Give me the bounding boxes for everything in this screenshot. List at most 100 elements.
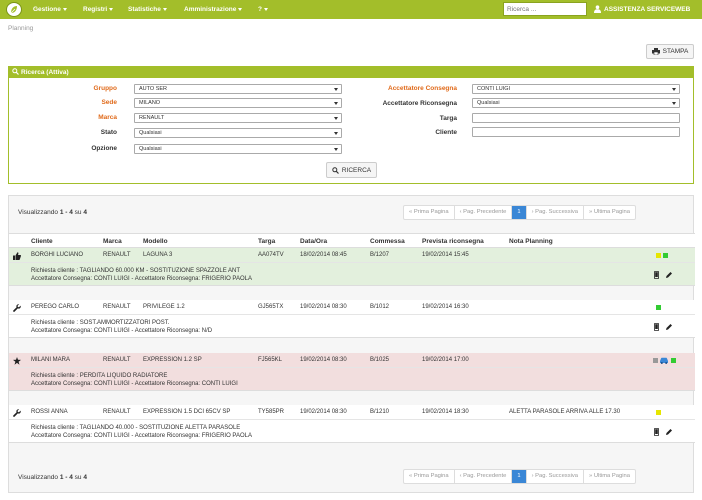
next-page-button[interactable]: › Pag. Successiva <box>527 470 585 483</box>
cell-cliente: PEREGO CARLO <box>31 304 80 310</box>
cell-prevista: 19/02/2014 15:45 <box>422 252 469 258</box>
status-yellow-badge <box>656 410 661 415</box>
top-navbar: Gestione Registri Statistiche Amministra… <box>0 0 702 19</box>
chevron-down-icon <box>238 7 243 11</box>
table-row[interactable]: ROSSI ANNA RENAULT EXPRESSION 1.5 DCI 65… <box>9 405 695 443</box>
prev-page-button[interactable]: ‹ Pag. Precedente <box>455 206 513 219</box>
accettatori: Accettatore Consegna: CONTI LUIGI - Acce… <box>31 276 252 282</box>
opzione-label: Opzione <box>91 145 117 152</box>
search-panel-header[interactable]: Ricerca (Attiva) <box>9 67 693 78</box>
nav-gestione[interactable]: Gestione <box>33 0 67 19</box>
search-input[interactable] <box>503 2 587 16</box>
mobile-phone-icon[interactable] <box>654 428 659 436</box>
richiesta-cliente: Richiesta cliente : TAGLIANDO 40.000 - S… <box>31 425 241 431</box>
stato-label: Stato <box>100 129 117 136</box>
status-yellow-badge <box>656 253 661 258</box>
mobile-phone-icon[interactable] <box>654 323 659 331</box>
cell-cliente: BORGHI LUCIANO <box>31 252 84 258</box>
cell-targa: TY585PR <box>258 409 285 415</box>
nav-help[interactable]: ? <box>258 0 268 19</box>
page-1-button[interactable]: 1 <box>512 470 527 483</box>
chevron-down-icon <box>109 7 114 11</box>
results-count: Visualizzando 1 - 4 su 4 <box>18 209 87 216</box>
acc-riconsegna-label: Accettatore Riconsegna <box>382 100 457 107</box>
sede-label: Sede <box>101 99 117 106</box>
richiesta-cliente: Richiesta cliente : TAGLIANDO 60.000 KM … <box>31 268 241 274</box>
gruppo-select[interactable]: AUTO SER <box>134 84 342 94</box>
cliente-input[interactable] <box>472 127 680 137</box>
ricerca-button[interactable]: RICERCA <box>326 162 377 178</box>
pencil-icon[interactable] <box>665 323 673 331</box>
targa-input[interactable] <box>472 113 680 123</box>
last-page-button[interactable]: » Ultima Pagina <box>584 206 635 219</box>
cell-prevista: 19/02/2014 17:00 <box>422 357 469 363</box>
page-1-button[interactable]: 1 <box>512 206 527 219</box>
cell-cliente: MILANI MARA <box>31 357 71 363</box>
marca-value: RENAULT <box>139 115 165 121</box>
first-page-button[interactable]: « Prima Pagina <box>404 470 455 483</box>
cell-marca: RENAULT <box>103 357 131 363</box>
sede-value: MILANO <box>139 100 161 106</box>
cell-targa: AA074TV <box>258 252 284 258</box>
wrench-icon <box>13 304 21 312</box>
cell-prevista: 19/02/2014 18:30 <box>422 409 469 415</box>
cell-cliente: ROSSI ANNA <box>31 409 68 415</box>
cell-modello: PRIVILEGE 1.2 <box>143 304 185 310</box>
wrench-icon <box>13 409 21 417</box>
nav-amministrazione[interactable]: Amministrazione <box>184 0 243 19</box>
breadcrumb: Planning <box>8 25 34 32</box>
cell-targa: GJ565TX <box>258 304 284 310</box>
sede-select[interactable]: MILANO <box>134 98 342 108</box>
cell-marca: RENAULT <box>103 252 131 258</box>
search-icon <box>12 68 19 75</box>
status-grey-badge <box>653 358 658 363</box>
opzione-value: Qualsiasi <box>139 146 162 152</box>
results-count-bottom: Visualizzando 1 - 4 su 4 <box>18 474 87 481</box>
table-row[interactable]: PEREGO CARLO RENAULT PRIVILEGE 1.2 GJ565… <box>9 300 695 338</box>
first-page-button[interactable]: « Prima Pagina <box>404 206 455 219</box>
print-button[interactable]: STAMPA <box>646 44 694 59</box>
pagination-bottom: « Prima Pagina ‹ Pag. Precedente 1 › Pag… <box>403 469 636 484</box>
cell-data-ora: 19/02/2014 08:30 <box>300 357 347 363</box>
last-page-button[interactable]: » Ultima Pagina <box>584 470 635 483</box>
user-icon <box>594 5 601 14</box>
accettatori: Accettatore Consegna: CONTI LUIGI - Acce… <box>31 433 252 439</box>
cell-targa: FJ565KL <box>258 357 283 363</box>
col-targa[interactable]: Targa <box>258 234 275 249</box>
marca-select[interactable]: RENAULT <box>134 113 342 123</box>
col-marca[interactable]: Marca <box>103 234 122 249</box>
next-page-button[interactable]: › Pag. Successiva <box>527 206 585 219</box>
nav-registri[interactable]: Registri <box>83 0 114 19</box>
pencil-icon[interactable] <box>665 428 673 436</box>
acc-riconsegna-value: Qualsiasi <box>477 100 500 106</box>
row-details: Richiesta cliente : SOST.AMMORTIZZATORI … <box>9 315 695 337</box>
col-nota-planning[interactable]: Nota Planning <box>509 234 553 249</box>
col-data-ora[interactable]: Data/Ora <box>300 234 327 249</box>
pencil-icon[interactable] <box>665 271 673 279</box>
richiesta-cliente: Richiesta cliente : SOST.AMMORTIZZATORI … <box>31 320 170 326</box>
row-main: MILANI MARA RENAULT EXPRESSION 1.2 SP FJ… <box>9 353 695 368</box>
acc-consegna-select[interactable]: CONTI LUIGI <box>472 84 680 94</box>
table-row[interactable]: MILANI MARA RENAULT EXPRESSION 1.2 SP FJ… <box>9 353 695 391</box>
print-button-label: STAMPA <box>662 48 689 55</box>
mobile-phone-icon[interactable] <box>654 271 659 279</box>
acc-consegna-value: CONTI LUIGI <box>477 86 511 92</box>
targa-label: Targa <box>439 115 457 122</box>
nav-statistiche[interactable]: Statistiche <box>128 0 167 19</box>
acc-consegna-label: Accettatore Consegna <box>388 85 457 92</box>
col-prevista-riconsegna[interactable]: Prevista riconsegna <box>422 234 484 249</box>
col-cliente[interactable]: Cliente <box>31 234 53 249</box>
leaf-logo[interactable] <box>6 2 22 17</box>
cell-commessa: B/1207 <box>370 252 390 258</box>
col-modello[interactable]: Modello <box>143 234 168 249</box>
acc-riconsegna-select[interactable]: Qualsiasi <box>472 98 680 108</box>
user-menu[interactable]: ASSISTENZA SERVICEWEB <box>594 0 690 19</box>
table-row[interactable]: BORGHI LUCIANO RENAULT LAGUNA 3 AA074TV … <box>9 248 695 286</box>
search-icon <box>332 166 339 174</box>
cell-marca: RENAULT <box>103 409 131 415</box>
opzione-select[interactable]: Qualsiasi <box>134 144 342 154</box>
stato-select[interactable]: Qualsiasi <box>134 128 342 138</box>
prev-page-button[interactable]: ‹ Pag. Precedente <box>455 470 513 483</box>
chevron-down-icon <box>672 88 676 91</box>
col-commessa[interactable]: Commessa <box>370 234 405 249</box>
